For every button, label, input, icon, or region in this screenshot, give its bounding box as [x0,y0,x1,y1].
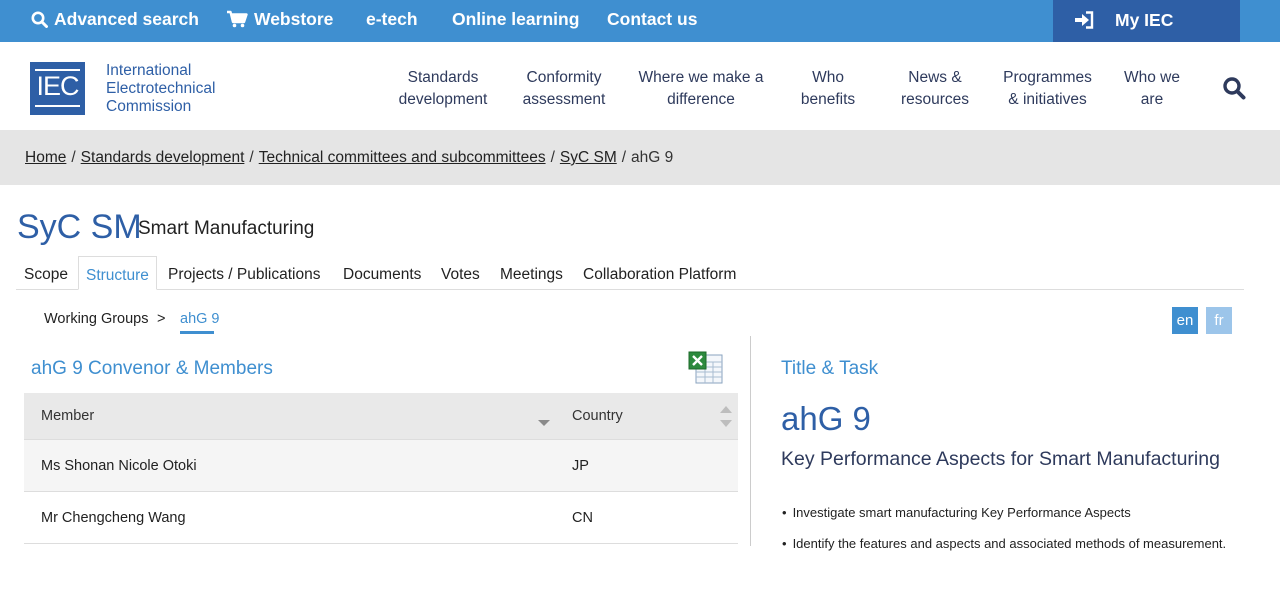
member-name: Mr Chengcheng Wang [41,510,186,526]
group-title: Key Performance Aspects for Smart Manufa… [781,448,1220,470]
nav-label-line-2: & initiatives [1008,91,1087,108]
breadcrumb-technical-committees[interactable]: Technical committees and subcommittees [259,149,546,166]
subnav-working-groups[interactable]: Working Groups [44,311,149,327]
nav-label-line-1: News & [908,69,962,86]
panel-divider [750,336,751,546]
language-en-button[interactable]: en [1172,307,1198,334]
excel-export-icon[interactable] [688,351,724,390]
nav-label-line-1: Programmes [1003,69,1092,86]
task-list: Investigate smart manufacturing Key Perf… [782,505,1227,567]
webstore-label: Webstore [254,9,334,29]
tab-collaboration-platform[interactable]: Collaboration Platform [583,266,736,284]
committee-name: Smart Manufacturing [138,218,315,239]
shopping-cart-icon [227,10,248,28]
header-search-button[interactable] [1222,76,1246,105]
advanced-search-label: Advanced search [54,9,199,29]
logo-text: IEC [36,71,79,101]
sort-both-icon[interactable] [719,404,733,430]
my-iec-button[interactable]: My IEC [1053,0,1240,42]
breadcrumb-separator: / [550,149,555,166]
nav-label-line-2: benefits [800,91,856,108]
member-name: Ms Shonan Nicole Otoki [41,458,197,474]
nav-label-line-2: difference [667,91,735,108]
organization-name: International Electrotechnical Commissio… [106,62,215,116]
org-name-line-1: International [106,62,192,79]
nav-where-we-make-a-difference[interactable]: Where we make a difference [638,67,764,111]
subnav-current[interactable]: ahG 9 [180,311,220,327]
tab-votes[interactable]: Votes [441,266,480,284]
breadcrumb-standards-development[interactable]: Standards development [81,149,245,166]
breadcrumb-bar: Home / Standards development / Technical com… [0,130,1280,185]
online-learning-link[interactable]: Online learning [452,0,579,38]
breadcrumb-separator: / [71,149,76,166]
task-item: Identify the features and aspects and as… [782,536,1227,567]
member-country: CN [572,510,593,526]
task-item: Investigate smart manufacturing Key Perf… [782,505,1226,536]
column-header-country[interactable]: Country [572,408,623,424]
logo-bottom-line [35,105,80,107]
subnav-separator: > [157,311,166,327]
my-iec-label: My IEC [1115,10,1174,30]
nav-news-resources[interactable]: News & resources [897,67,973,111]
member-country: JP [572,458,589,474]
table-row[interactable]: Ms Shonan Nicole Otoki JP [24,440,738,492]
org-name-line-3: Commission [106,98,192,115]
webstore-link[interactable]: Webstore [226,0,333,38]
nav-who-we-are[interactable]: Who we are [1122,67,1182,111]
nav-programmes-initiatives[interactable]: Programmes & initiatives [1000,67,1095,111]
iec-logo[interactable]: IEC [30,62,85,115]
nav-label-line-2: assessment [522,91,606,108]
contact-us-link[interactable]: Contact us [607,0,697,38]
breadcrumb-separator: / [621,149,627,166]
top-bar: Advanced search Webstore e-tech Online l… [0,0,1280,42]
committee-code: SyC SM [17,208,142,246]
nav-label-line-1: Where we make a [638,69,764,86]
advanced-search-link[interactable]: Advanced search [31,0,199,38]
sort-descending-icon[interactable] [537,418,551,428]
tab-scope[interactable]: Scope [24,266,68,284]
nav-label-line-1: Who we [1124,69,1180,86]
nav-standards-development[interactable]: Standards development [398,67,488,111]
breadcrumb-syc-sm[interactable]: SyC SM [560,149,617,166]
nav-label-line-1: Who [812,69,844,86]
breadcrumb-current: ahG 9 [631,149,674,166]
nav-label-line-2: resources [900,91,970,108]
site-header: IEC International Electrotechnical Commi… [0,42,1280,130]
table-header-row: Member Country [24,393,738,440]
breadcrumb-separator: / [249,149,254,166]
tab-documents[interactable]: Documents [343,266,421,284]
language-fr-button[interactable]: fr [1206,307,1232,334]
breadcrumb: Home / Standards development / Technical com… [25,149,673,167]
etech-link[interactable]: e-tech [366,0,418,38]
members-heading: ahG 9 Convenor & Members [31,358,273,379]
nav-label-line-2: are [1140,91,1164,108]
nav-label-line-2: development [398,91,488,108]
org-name-line-2: Electrotechnical [106,80,216,97]
search-icon [31,11,48,28]
tab-structure[interactable]: Structure [78,256,157,290]
search-icon [1223,77,1246,100]
nav-label-line-1: Standards [407,69,479,86]
nav-who-benefits[interactable]: Who benefits [797,67,859,111]
table-row[interactable]: Mr Chengcheng Wang CN [24,492,738,544]
sign-in-icon [1075,11,1094,29]
column-header-member[interactable]: Member [41,408,94,424]
subnav-active-underline [180,331,214,334]
tab-meetings[interactable]: Meetings [500,266,563,284]
nav-label-line-1: Conformity [526,69,602,86]
tabs-divider [16,289,1244,290]
breadcrumb-home[interactable]: Home [25,149,66,166]
members-table: Member Country Ms Shonan Nicole Otoki JP… [24,393,738,544]
group-name: ahG 9 [781,400,871,437]
nav-conformity-assessment[interactable]: Conformity assessment [518,67,610,111]
tab-projects-publications[interactable]: Projects / Publications [168,266,321,284]
title-task-heading: Title & Task [781,358,879,379]
